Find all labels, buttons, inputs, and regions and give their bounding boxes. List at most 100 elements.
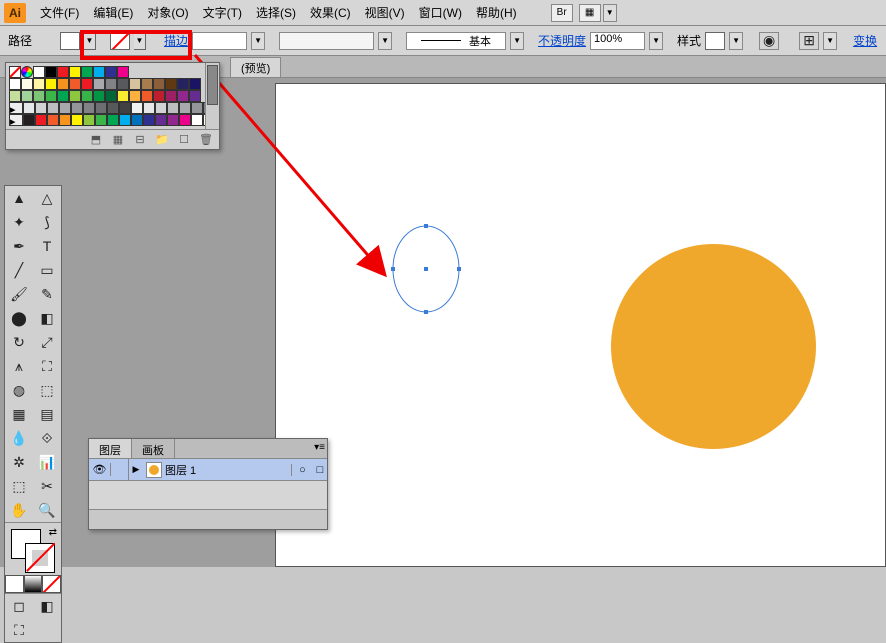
bridge-button[interactable]: Br <box>551 4 573 22</box>
swatch[interactable] <box>155 102 167 114</box>
arrange-dropdown[interactable]: ▼ <box>603 4 617 22</box>
swatch[interactable] <box>105 90 117 102</box>
swatch[interactable] <box>117 66 129 78</box>
opacity-dropdown[interactable]: ▼ <box>649 32 663 50</box>
opacity-link[interactable]: 不透明度 <box>538 32 586 49</box>
menu-object[interactable]: 对象(O) <box>141 1 194 24</box>
swatch-group-icon-2[interactable]: ▸ <box>9 114 23 126</box>
selected-ellipse[interactable] <box>391 224 461 314</box>
swatch-group-icon[interactable]: ▸ <box>9 102 23 114</box>
arrange-button[interactable]: ▦ <box>579 4 601 22</box>
swatch[interactable] <box>69 90 81 102</box>
transform-link[interactable]: 变换 <box>853 32 877 49</box>
swatch[interactable] <box>179 102 191 114</box>
swatch[interactable] <box>33 78 45 90</box>
swatch[interactable] <box>59 114 71 126</box>
lasso-tool[interactable]: ⟆ <box>33 210 61 234</box>
stroke-swatch[interactable] <box>110 32 130 50</box>
draw-behind-button[interactable]: ◧ <box>33 594 61 618</box>
swatch[interactable] <box>81 90 93 102</box>
swatch[interactable] <box>131 114 143 126</box>
brush-select[interactable] <box>279 32 374 50</box>
new-color-group[interactable]: 📁 <box>155 133 169 147</box>
fill-swatch[interactable] <box>60 32 80 50</box>
hand-tool[interactable]: ✋ <box>5 498 33 522</box>
eraser-tool[interactable]: ◧ <box>33 306 61 330</box>
graphic-style-dropdown[interactable]: ▼ <box>729 32 743 50</box>
menu-help[interactable]: 帮助(H) <box>470 1 523 24</box>
swatch[interactable] <box>47 102 59 114</box>
recolor-button[interactable]: ◉ <box>759 32 779 50</box>
zoom-tool[interactable]: 🔍 <box>33 498 61 522</box>
selection-indicator[interactable]: □ <box>313 464 327 476</box>
free-transform-tool[interactable]: ⛶ <box>33 354 61 378</box>
swatch[interactable] <box>179 114 191 126</box>
swatch[interactable] <box>107 102 119 114</box>
swatch-registration[interactable] <box>21 66 33 78</box>
scale-tool[interactable]: ⤢ <box>33 330 61 354</box>
stroke-weight-dropdown[interactable]: ▼ <box>251 32 265 50</box>
paintbrush-tool[interactable]: 🖌 <box>5 282 33 306</box>
swatch[interactable] <box>93 78 105 90</box>
width-tool[interactable]: ⩚ <box>5 354 33 378</box>
swatch-none[interactable] <box>9 66 21 78</box>
brush-dropdown[interactable]: ▼ <box>378 32 392 50</box>
swatch[interactable] <box>141 90 153 102</box>
opacity-input[interactable]: 100% <box>590 32 645 50</box>
blob-brush-tool[interactable]: ⬤ <box>5 306 33 330</box>
swatch[interactable] <box>59 102 71 114</box>
swatch[interactable] <box>95 102 107 114</box>
swatch[interactable] <box>107 114 119 126</box>
new-swatch[interactable]: ☐ <box>177 133 191 147</box>
swatch[interactable] <box>143 114 155 126</box>
screen-mode-button[interactable]: ⛶ <box>5 618 33 642</box>
color-mode-button[interactable] <box>5 575 24 593</box>
mesh-tool[interactable]: ▦ <box>5 402 33 426</box>
swatch[interactable] <box>117 90 129 102</box>
style-dropdown[interactable]: ▼ <box>510 32 524 50</box>
layer-name[interactable]: 图层 1 <box>165 462 196 478</box>
swatch[interactable] <box>167 114 179 126</box>
menu-edit[interactable]: 编辑(E) <box>87 1 139 24</box>
layer-row[interactable]: 👁 ▶ 图层 1 ○ □ <box>89 459 327 481</box>
tab-layers[interactable]: 图层 <box>89 439 132 458</box>
swatch[interactable] <box>57 66 69 78</box>
swatch[interactable] <box>143 102 155 114</box>
swatch[interactable] <box>83 114 95 126</box>
stroke-weight-input[interactable] <box>192 32 247 50</box>
menu-file[interactable]: 文件(F) <box>34 1 85 24</box>
swatch[interactable] <box>105 78 117 90</box>
perspective-tool[interactable]: ⬚ <box>33 378 61 402</box>
swatch[interactable] <box>117 78 129 90</box>
swatch[interactable] <box>191 114 203 126</box>
none-mode-button[interactable] <box>42 575 61 593</box>
fill-stroke-indicator[interactable]: ⇄ <box>5 525 61 575</box>
swatch-kind-menu[interactable]: ▦ <box>111 133 125 147</box>
expand-toggle[interactable]: ▶ <box>129 464 143 475</box>
swatches-scrollbar[interactable] <box>205 63 219 129</box>
swatch[interactable] <box>165 90 177 102</box>
swatch[interactable] <box>95 114 107 126</box>
blend-tool[interactable]: ⟐ <box>33 426 61 450</box>
swatch[interactable] <box>47 114 59 126</box>
swap-fill-stroke[interactable]: ⇄ <box>49 527 57 538</box>
menu-type[interactable]: 文字(T) <box>197 1 248 24</box>
symbol-sprayer-tool[interactable]: ✲ <box>5 450 33 474</box>
swatch[interactable] <box>191 102 203 114</box>
swatch[interactable] <box>33 66 45 78</box>
artboard-tool[interactable]: ⬚ <box>5 474 33 498</box>
swatch[interactable] <box>93 90 105 102</box>
swatch[interactable] <box>177 78 189 90</box>
swatch[interactable] <box>141 78 153 90</box>
swatch[interactable] <box>189 78 201 90</box>
swatch[interactable] <box>81 66 93 78</box>
menu-select[interactable]: 选择(S) <box>250 1 302 24</box>
type-tool[interactable]: T <box>33 234 61 258</box>
swatch[interactable] <box>57 90 69 102</box>
graphic-style-swatch[interactable] <box>705 32 725 50</box>
swatch[interactable] <box>57 78 69 90</box>
swatch[interactable] <box>129 78 141 90</box>
gradient-tool[interactable]: ▤ <box>33 402 61 426</box>
swatch[interactable] <box>45 66 57 78</box>
swatch[interactable] <box>45 90 57 102</box>
